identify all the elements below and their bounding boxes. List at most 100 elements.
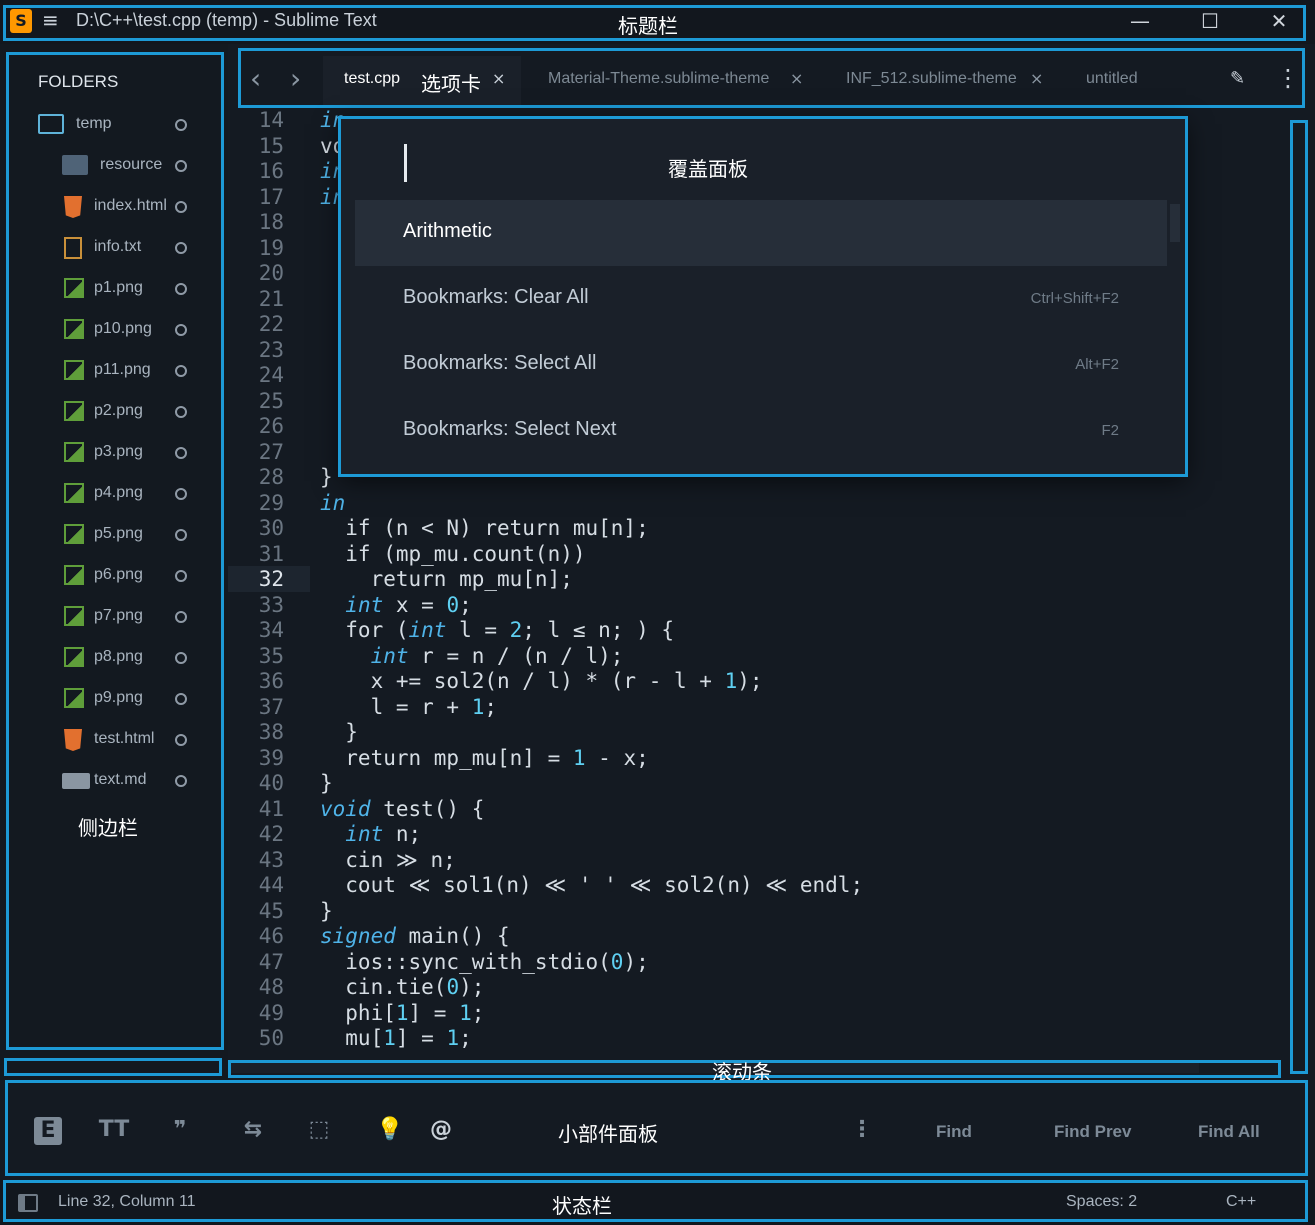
tab-close-icon[interactable]: ×	[492, 69, 505, 88]
hamburger-menu-icon[interactable]: ≡	[42, 8, 62, 32]
find-button[interactable]: Find	[936, 1122, 972, 1142]
close-file-icon[interactable]	[175, 611, 187, 623]
tab-back-button[interactable]: ‹	[250, 62, 261, 95]
code-line[interactable]: 41 void test() {	[228, 796, 1288, 822]
palette-item[interactable]: Bookmarks: Select All Alt+F2	[355, 332, 1167, 398]
code-line[interactable]: 43 cin ≫ n;	[228, 847, 1288, 873]
wrap-icon[interactable]: ⇆	[237, 1114, 269, 1146]
maximize-button[interactable]: ☐	[1190, 6, 1230, 36]
syntax-setting[interactable]: C++	[1226, 1193, 1256, 1211]
sidebar-item[interactable]: text.md	[0, 766, 220, 796]
code-line[interactable]: 29 in	[228, 490, 1288, 516]
vertical-scrollbar[interactable]	[1296, 122, 1306, 1072]
tab-inf512-theme[interactable]: INF_512.sublime-theme	[846, 70, 1017, 88]
sidebar-item[interactable]: p8.png	[0, 643, 220, 673]
sidebar-toggle-icon[interactable]	[18, 1194, 38, 1212]
sidebar-item[interactable]: p5.png	[0, 520, 220, 550]
palette-item[interactable]: Arithmetic	[355, 200, 1167, 266]
sidebar-item[interactable]: info.txt	[0, 233, 220, 263]
sidebar-item[interactable]: p11.png	[0, 356, 220, 386]
sidebar-item[interactable]: p9.png	[0, 684, 220, 714]
cursor-position[interactable]: Line 32, Column 11	[58, 1193, 196, 1211]
close-file-icon[interactable]	[175, 365, 187, 377]
close-file-icon[interactable]	[175, 652, 187, 664]
sidebar-item[interactable]: p6.png	[0, 561, 220, 591]
palette-item[interactable]: Bookmarks: Clear All Ctrl+Shift+F2	[355, 266, 1167, 332]
tab-close-icon[interactable]: ×	[790, 69, 803, 88]
sidebar-item-label: p4.png	[94, 484, 143, 501]
line-number: 21	[258, 286, 284, 311]
code-line[interactable]: 50 mu[1] = 1;	[228, 1025, 1288, 1051]
edit-pencil-icon[interactable]: ✎	[1230, 68, 1245, 89]
line-number: 23	[258, 337, 284, 362]
tab-more-icon[interactable]: ⋮	[1276, 64, 1300, 92]
sidebar-item[interactable]: p1.png	[0, 274, 220, 304]
minimize-button[interactable]: —	[1120, 6, 1160, 36]
close-file-icon[interactable]	[175, 734, 187, 746]
close-file-icon[interactable]	[175, 160, 187, 172]
close-window-button[interactable]: ✕	[1259, 6, 1299, 36]
sidebar-item[interactable]: index.html	[0, 192, 220, 222]
close-file-icon[interactable]	[175, 488, 187, 500]
code-line[interactable]: 38 }	[228, 719, 1288, 745]
tab-test-cpp[interactable]: test.cpp	[344, 70, 400, 88]
tab-close-icon[interactable]: ×	[1030, 69, 1043, 88]
sidebar-item[interactable]: p10.png	[0, 315, 220, 345]
code-line[interactable]: 35 int r = n / (n / l);	[228, 643, 1288, 669]
tab-forward-button[interactable]: ›	[290, 62, 301, 95]
code-line[interactable]: 49 phi[1] = 1;	[228, 1000, 1288, 1026]
close-file-icon[interactable]	[175, 775, 187, 787]
sidebar-item[interactable]: resource	[0, 151, 220, 181]
code-text: ios::sync_with_stdio(0);	[320, 949, 649, 974]
close-file-icon[interactable]	[175, 201, 187, 213]
code-line[interactable]: 30 if (n < N) return mu[n];	[228, 515, 1288, 541]
sidebar-item[interactable]: p7.png	[0, 602, 220, 632]
palette-scrollbar[interactable]	[1170, 204, 1180, 242]
code-line[interactable]: 42 int n;	[228, 821, 1288, 847]
code-line[interactable]: 39 return mp_mu[n] = 1 - x;	[228, 745, 1288, 771]
palette-item-label: Arithmetic	[403, 220, 492, 242]
code-line[interactable]: 36 x += sol2(n / l) * (r - l + 1);	[228, 668, 1288, 694]
palette-item[interactable]: Bookmarks: Select Next F2	[355, 398, 1167, 464]
code-line[interactable]: 33 int x = 0;	[228, 592, 1288, 618]
close-file-icon[interactable]	[175, 570, 187, 582]
close-file-icon[interactable]	[175, 529, 187, 541]
close-file-icon[interactable]	[175, 242, 187, 254]
code-line[interactable]: 37 l = r + 1;	[228, 694, 1288, 720]
in-selection-icon[interactable]: ⬚	[303, 1114, 335, 1146]
tab-untitled[interactable]: untitled	[1086, 70, 1138, 88]
sidebar-item[interactable]: p3.png	[0, 438, 220, 468]
regex-toggle-icon[interactable]: E	[34, 1117, 62, 1145]
sidebar-item[interactable]: p4.png	[0, 479, 220, 509]
indentation-setting[interactable]: Spaces: 2	[1066, 1193, 1137, 1211]
close-file-icon[interactable]	[175, 324, 187, 336]
line-number: 48	[258, 975, 284, 999]
whole-word-icon[interactable]: ❞	[164, 1114, 196, 1146]
code-line[interactable]: 45}	[228, 898, 1288, 924]
widget-more-icon[interactable]: ⋮	[846, 1114, 878, 1146]
find-all-button[interactable]: Find All	[1198, 1122, 1260, 1142]
close-file-icon[interactable]	[175, 406, 187, 418]
find-prev-button[interactable]: Find Prev	[1054, 1122, 1131, 1142]
palette-input-caret[interactable]	[404, 144, 407, 182]
code-line[interactable]: 32 return mp_mu[n];	[228, 566, 1288, 592]
sidebar-item[interactable]: temp	[0, 110, 220, 140]
code-line[interactable]: 31 if (mp_mu.count(n))	[228, 541, 1288, 567]
tab-material-theme[interactable]: Material-Theme.sublime-theme	[548, 70, 769, 88]
code-line[interactable]: 46 signed main() {	[228, 923, 1288, 949]
close-file-icon[interactable]	[175, 119, 187, 131]
close-file-icon[interactable]	[175, 693, 187, 705]
code-line[interactable]: 44 cout ≪ sol1(n) ≪ ' ' ≪ sol2(n) ≪ endl…	[228, 872, 1288, 898]
case-sensitive-icon[interactable]: TT	[98, 1114, 130, 1146]
code-line[interactable]: 48 cin.tie(0);	[228, 974, 1288, 1000]
sidebar-item[interactable]: test.html	[0, 725, 220, 755]
line-number: 37	[258, 694, 284, 719]
highlight-matches-icon[interactable]: 💡	[374, 1114, 406, 1146]
code-line[interactable]: 47 ios::sync_with_stdio(0);	[228, 949, 1288, 975]
code-line[interactable]: 34 for (int l = 2; l ≤ n; ) {	[228, 617, 1288, 643]
code-line[interactable]: 40}	[228, 770, 1288, 796]
sidebar-item[interactable]: p2.png	[0, 397, 220, 427]
close-file-icon[interactable]	[175, 447, 187, 459]
at-icon[interactable]: @	[425, 1114, 457, 1146]
close-file-icon[interactable]	[175, 283, 187, 295]
